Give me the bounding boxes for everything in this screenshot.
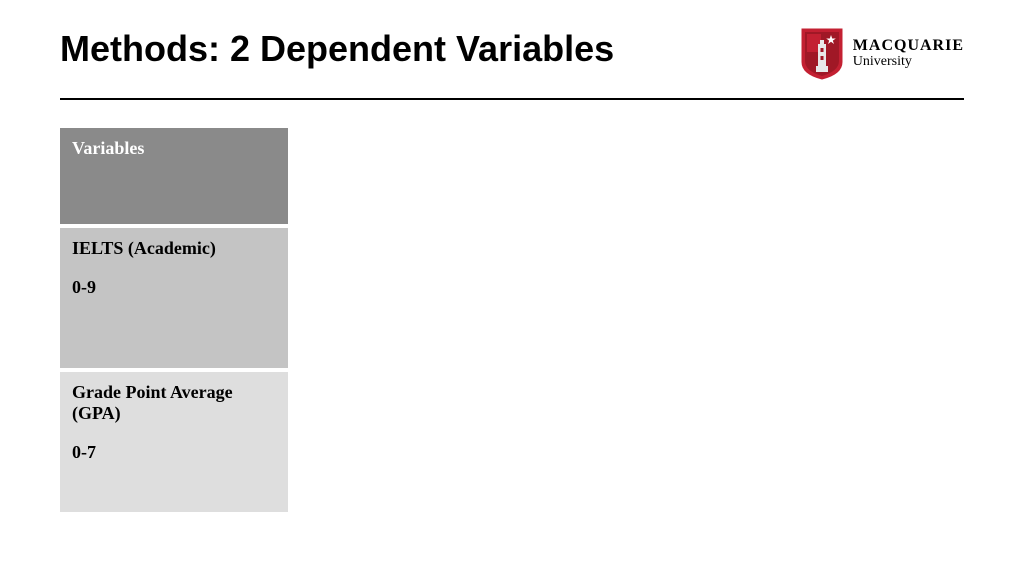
page-title: Methods: 2 Dependent Variables [60, 28, 614, 70]
row-range: 0-7 [72, 442, 276, 463]
table-row: Grade Point Average (GPA) 0-7 [60, 372, 288, 512]
variables-table: Variables IELTS (Academic) 0-9 Grade Poi… [60, 128, 288, 512]
university-logo: MACQUARIE University [801, 28, 964, 80]
logo-name: MACQUARIE [853, 38, 964, 55]
slide: Methods: 2 Dependent Variables MACQUARIE… [0, 0, 1024, 576]
table-header-label: Variables [72, 138, 144, 158]
table-row: IELTS (Academic) 0-9 [60, 228, 288, 368]
table-header: Variables [60, 128, 288, 224]
row-label: Grade Point Average (GPA) [72, 382, 276, 424]
content-area: Variables IELTS (Academic) 0-9 Grade Poi… [0, 100, 1024, 512]
row-label: IELTS (Academic) [72, 238, 276, 259]
shield-icon [801, 28, 843, 80]
row-range: 0-9 [72, 277, 276, 298]
logo-text: MACQUARIE University [853, 38, 964, 69]
header-row: Methods: 2 Dependent Variables MACQUARIE… [0, 0, 1024, 80]
logo-sub: University [853, 55, 964, 70]
